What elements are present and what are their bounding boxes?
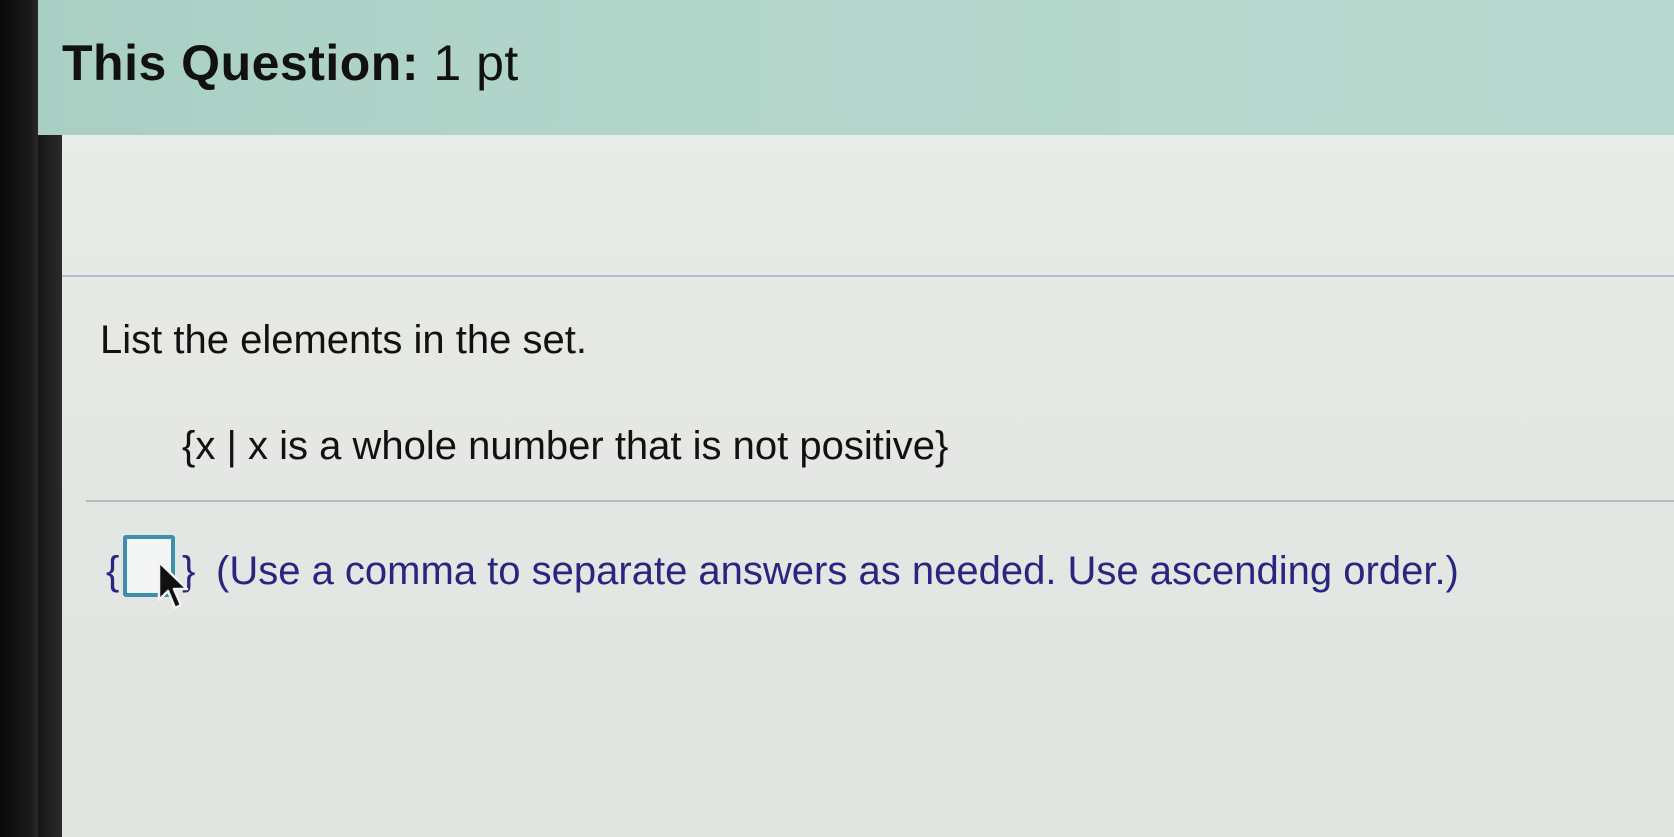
answer-open-brace: {: [106, 549, 120, 593]
mouse-pointer-icon: [157, 560, 189, 610]
answer-instruction: (Use a comma to separate answers as need…: [216, 549, 1459, 593]
monitor-bezel-shadow: [38, 135, 62, 837]
screen: This Question: 1 pt List the elements in…: [0, 0, 1674, 837]
question-points-title: This Question: 1 pt: [62, 34, 519, 92]
header-divider: [62, 275, 1674, 277]
monitor-bezel: [0, 0, 38, 837]
question-points: 1 pt: [433, 35, 519, 91]
answer-divider: [86, 500, 1674, 502]
set-definition: {x | x is a whole number that is not pos…: [182, 424, 949, 468]
question-prompt: List the elements in the set.: [100, 318, 587, 362]
question-label: This Question:: [62, 35, 419, 91]
question-content-area: [62, 135, 1674, 837]
